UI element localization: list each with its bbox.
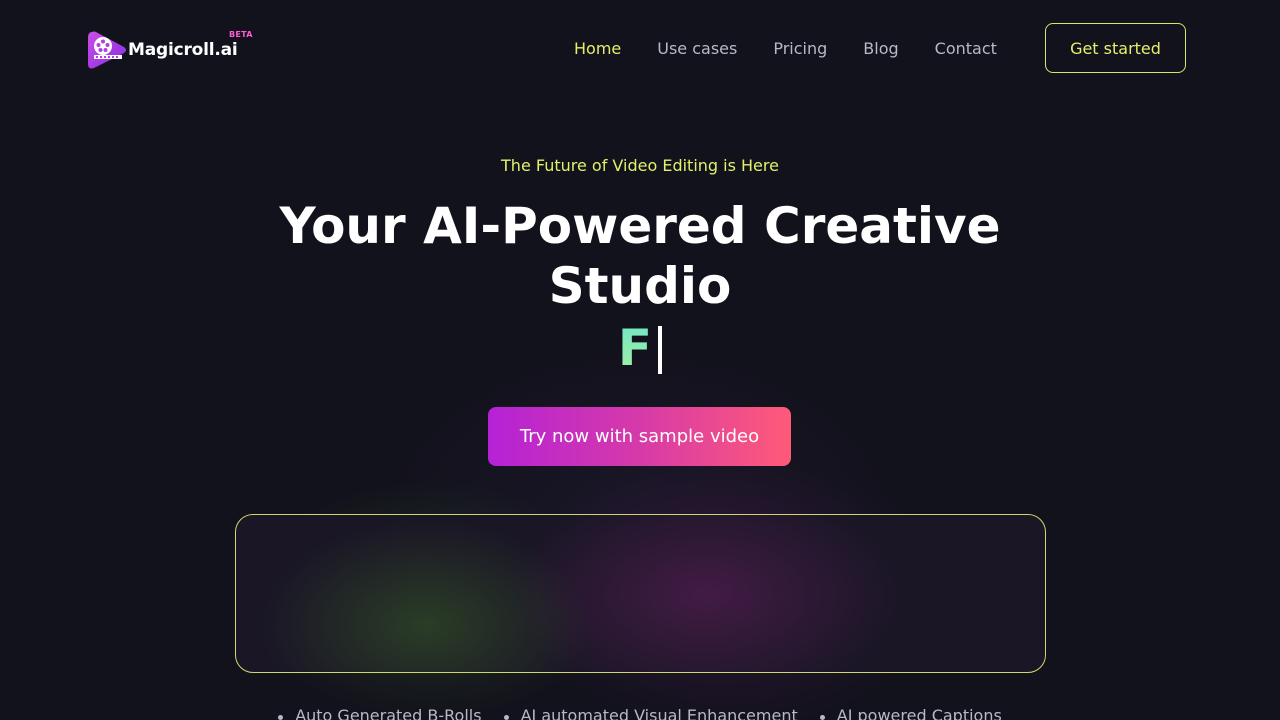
feature-item: Auto Generated B-Rolls	[278, 706, 482, 720]
hero-headline: Your AI-Powered Creative Studio	[279, 197, 1001, 315]
typing-caret	[658, 326, 663, 374]
nav-link-home[interactable]: Home	[574, 39, 621, 58]
main-nav: Home Use cases Pricing Blog Contact	[574, 37, 997, 59]
nav-link-contact[interactable]: Contact	[935, 39, 997, 58]
nav-link-pricing[interactable]: Pricing	[773, 39, 827, 58]
video-preview-frame[interactable]	[235, 514, 1046, 673]
beta-badge: BETA	[229, 30, 253, 39]
brand-name: Magicroll.ai	[128, 40, 238, 60]
brand-logo[interactable]: Magicroll.ai BETA	[86, 28, 252, 72]
get-started-button[interactable]: Get started	[1045, 23, 1186, 73]
feature-item: AI automated Visual Enhancement	[503, 706, 798, 720]
feature-item: AI powered Captions	[819, 706, 1002, 720]
typing-text: F	[617, 319, 653, 377]
nav-link-use-cases[interactable]: Use cases	[657, 39, 737, 58]
site-header: Magicroll.ai BETA Home Use cases Pricing…	[0, 0, 1280, 96]
nav-link-blog[interactable]: Blog	[863, 39, 898, 58]
typing-effect: F	[0, 318, 1280, 378]
try-sample-video-button[interactable]: Try now with sample video	[488, 407, 791, 466]
film-play-logo-icon	[88, 31, 126, 69]
feature-list: Auto Generated B-Rolls AI automated Visu…	[0, 706, 1280, 720]
hero-eyebrow: The Future of Video Editing is Here	[501, 156, 779, 175]
